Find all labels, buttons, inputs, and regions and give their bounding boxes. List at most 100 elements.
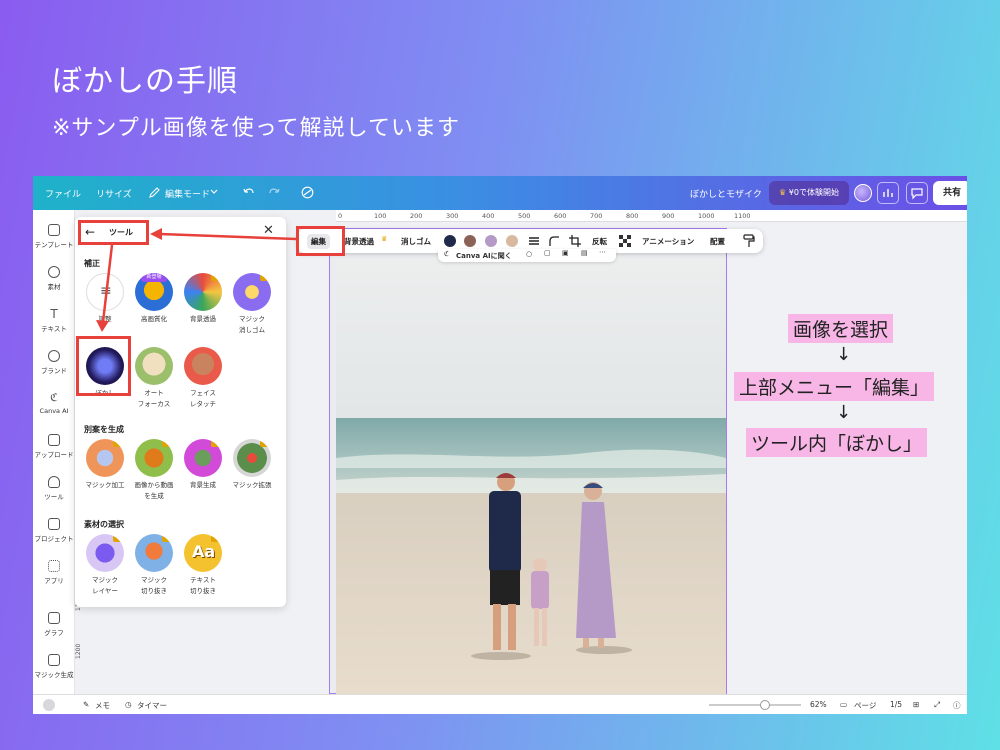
text-icon: T [50, 307, 58, 321]
crown-icon [211, 274, 220, 281]
tool-label: マジック 切り抜き [141, 576, 167, 595]
sidebar-item-label: ツール [44, 493, 64, 501]
animation-button[interactable]: アニメーション [642, 236, 694, 247]
trash-icon[interactable]: ▤ [581, 249, 588, 257]
sidebar-item-template[interactable]: テンプレート [33, 224, 75, 249]
cloud-save-icon[interactable] [301, 186, 314, 199]
sidebar-item-canva-ai[interactable]: ℭ Canva AI [33, 392, 75, 416]
sidebar-item-magic-generate[interactable]: マジック生成 [33, 654, 75, 679]
crown-icon [162, 535, 171, 542]
timer-button[interactable]: タイマー [137, 700, 167, 711]
crop-icon[interactable] [569, 235, 581, 247]
tool-magic-layer[interactable]: マジック レイヤー [79, 534, 131, 597]
tool-label: 背景生成 [190, 481, 216, 489]
crown-icon: ♛ [381, 235, 388, 243]
tool-adjust[interactable]: ≡ 調整 [79, 273, 131, 325]
tool-label: オート フォーカス [137, 389, 171, 408]
highlight-edit-button [296, 226, 345, 256]
bg-remove-button[interactable]: 背景透過 [344, 236, 374, 247]
more-icon[interactable]: ⋯ [599, 248, 606, 256]
tool-label: 画像から動画 を生成 [134, 481, 174, 500]
sidebar-item-upload[interactable]: アップロード [33, 434, 75, 459]
ruler-tick: 200 [410, 212, 423, 220]
undo-icon[interactable] [243, 187, 255, 198]
ruler-tick: 1100 [734, 212, 751, 220]
tool-bg-generate[interactable]: 背景生成 [177, 439, 229, 491]
comment-button[interactable] [906, 182, 928, 204]
folder-icon [48, 518, 60, 530]
close-icon[interactable]: ✕ [263, 223, 274, 238]
tool-magic-cutout[interactable]: マジック 切り抜き [128, 534, 180, 597]
sidebar-item-chart[interactable]: グラフ [33, 612, 75, 637]
fullscreen-icon[interactable]: ⤢ [934, 700, 940, 710]
horizontal-ruler: 0 100 200 300 400 500 600 700 800 900 10… [336, 210, 967, 222]
text-cutout-icon: Aa [184, 534, 222, 572]
tool-text-cutout[interactable]: Aa テキスト 切り抜き [177, 534, 229, 597]
chart-icon [48, 612, 60, 624]
magic-edit-icon [86, 439, 124, 477]
down-arrow: ↓ [836, 402, 852, 423]
tool-magic-eraser[interactable]: マジック 消しゴム [226, 273, 278, 336]
sidebar-item-brand[interactable]: ブランド [33, 350, 75, 375]
color-swatch[interactable] [464, 235, 476, 247]
zoom-level[interactable]: 62% [810, 700, 827, 709]
zoom-slider-knob[interactable] [759, 700, 770, 710]
tool-label: 高画質化 [141, 315, 167, 323]
tool-upscale[interactable]: 新登場 高画質化 [128, 273, 180, 325]
zoom-slider[interactable] [709, 700, 801, 710]
start-trial-button[interactable]: ♛ ¥0で体験開始 [769, 181, 849, 205]
share-button[interactable]: 共有 [933, 181, 967, 205]
memo-button[interactable]: メモ [95, 700, 110, 711]
position-button[interactable]: 配置 [710, 236, 725, 247]
sidebar-item-tools[interactable]: ツール [33, 476, 75, 501]
template-icon [48, 224, 60, 236]
tool-face-retouch[interactable]: フェイス レタッチ [177, 347, 229, 410]
sample-photo[interactable] [336, 258, 726, 694]
redo-icon[interactable] [268, 187, 280, 198]
color-swatch[interactable] [506, 235, 518, 247]
edit-mode-button[interactable]: 編集モード [165, 187, 210, 200]
ask-canva-ai-button[interactable]: Canva AIに聞く [456, 251, 512, 261]
tool-bg-remove[interactable]: 背景透過 [177, 273, 229, 325]
lock-icon[interactable]: ▢ [544, 249, 551, 257]
sidebar-item-apps[interactable]: アプリ [33, 560, 75, 585]
color-swatch[interactable] [444, 235, 456, 247]
ruler-tick: 800 [626, 212, 639, 220]
bg-generate-icon [184, 439, 222, 477]
sidebar-item-label: プロジェクト [34, 535, 74, 543]
flip-button[interactable]: 反転 [592, 236, 607, 247]
assistant-icon[interactable] [43, 699, 55, 711]
sidebar-item-label: Canva AI [39, 407, 69, 415]
sidebar-item-label: 素材 [47, 283, 61, 291]
tool-label: 調整 [98, 315, 112, 323]
tool-magic-expand[interactable]: マジック拡張 [226, 439, 278, 491]
insights-button[interactable] [877, 182, 899, 204]
pencil-icon [149, 187, 160, 198]
resize-button[interactable]: リサイズ [96, 187, 132, 200]
ruler-tick: 300 [446, 212, 459, 220]
border-style-icon[interactable] [528, 235, 540, 247]
paint-roller-icon[interactable] [743, 234, 755, 248]
color-swatch[interactable] [485, 235, 497, 247]
avatar[interactable] [854, 184, 872, 202]
tool-magic-edit[interactable]: マジック加工 [79, 439, 131, 491]
corner-radius-icon[interactable] [548, 235, 560, 247]
sidebar-item-projects[interactable]: プロジェクト [33, 518, 75, 543]
sidebar-item-text[interactable]: T テキスト [33, 308, 75, 333]
pages-button[interactable]: ページ [854, 700, 876, 711]
document-title[interactable]: ぼかしとモザイク [690, 187, 762, 200]
duplicate-icon[interactable]: ▣ [562, 249, 569, 257]
tool-image-to-video[interactable]: 画像から動画 を生成 [128, 439, 180, 502]
grid-view-icon[interactable]: ⊞ [913, 700, 919, 709]
timer-icon: ◷ [125, 700, 132, 709]
adjust-icon: ≡ [86, 273, 124, 311]
sidebar-item-elements[interactable]: 素材 [33, 266, 75, 291]
ruler-tick: 0 [338, 212, 343, 220]
help-icon[interactable]: ⓘ [953, 700, 961, 711]
tool-autofocus[interactable]: オート フォーカス [128, 347, 180, 410]
ruler-tick: 500 [518, 212, 531, 220]
comment-icon[interactable]: ○ [526, 250, 532, 258]
eraser-button[interactable]: 消しゴム [401, 236, 431, 247]
file-menu[interactable]: ファイル [45, 187, 81, 200]
transparency-icon[interactable] [619, 235, 631, 247]
